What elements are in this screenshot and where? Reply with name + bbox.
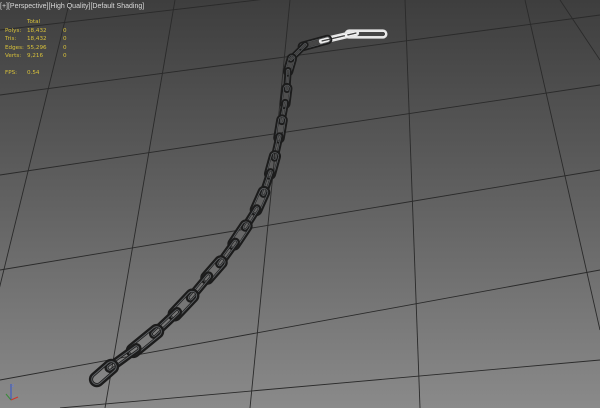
viewport-shading-menu[interactable]: [Default Shading] <box>90 3 144 10</box>
axis-y-icon <box>5 393 12 401</box>
grid-line <box>0 169 600 271</box>
grid-line <box>0 14 600 96</box>
chain-link[interactable] <box>200 255 228 285</box>
chain-link-body <box>104 343 142 373</box>
stats-row-tris: Tris: 18,432 0 <box>5 35 73 44</box>
viewport-scene[interactable] <box>0 0 600 408</box>
stats-edges-selected: 0 <box>63 44 67 51</box>
grid-line <box>404 0 421 408</box>
grid-line <box>0 84 600 176</box>
stats-verts-selected: 0 <box>63 53 67 60</box>
grid-line <box>559 0 600 61</box>
stats-polys-label: Polys: <box>5 27 22 34</box>
grid-line <box>59 359 600 408</box>
chain-link[interactable] <box>185 271 214 303</box>
viewport-point-of-view-menu[interactable]: [Perspective] <box>8 3 48 10</box>
stats-tris-selected: 0 <box>63 36 67 43</box>
chain-link-body <box>167 288 200 322</box>
stats-verts-label: Verts: <box>5 53 22 60</box>
stats-fps-label: FPS: <box>5 69 18 76</box>
axis-tripod-icon: z <box>5 383 19 401</box>
stats-header: Total <box>27 19 41 25</box>
chain-link[interactable] <box>283 66 292 94</box>
grid-line <box>524 0 600 331</box>
chain-link-body <box>148 307 183 339</box>
stats-verts-total: 9,216 <box>27 53 44 60</box>
chain-link-highlight <box>151 309 180 337</box>
stats-fps-value: 0.54 <box>27 69 40 76</box>
stats-edges-total: 55,296 <box>27 44 47 51</box>
stats-tris-label: Tris: <box>5 36 17 43</box>
chain-link-highlight <box>187 273 212 301</box>
chain-link-highlight <box>169 290 198 320</box>
axis-z-letter-icon: z <box>12 383 14 388</box>
axis-x-icon <box>10 396 19 401</box>
stats-tris-total: 18,432 <box>27 36 47 43</box>
stats-row-fps: FPS: 0.54 <box>5 69 73 78</box>
stats-polys-total: 18,432 <box>27 27 47 34</box>
chain-link[interactable] <box>104 343 142 373</box>
viewport-label-menu[interactable]: [+] [Perspective] [High Quality] [Defaul… <box>0 1 144 12</box>
perspective-viewport[interactable]: [+] [Perspective] [High Quality] [Defaul… <box>0 0 600 408</box>
stats-row-edges: Edges: 55,296 0 <box>5 44 73 53</box>
chain-object[interactable] <box>88 29 388 388</box>
stats-edges-label: Edges: <box>5 44 24 51</box>
chain-link-highlight <box>128 326 162 356</box>
viewport-general-menu[interactable]: [+] <box>0 3 8 10</box>
stats-row-polys: Polys: 18,432 0 <box>5 27 73 36</box>
statistics-overlay: Total Polys: 18,432 0 Tris: 18,432 0 Edg… <box>5 18 73 78</box>
stats-row-verts: Verts: 9,216 0 <box>5 52 73 61</box>
chain-link[interactable] <box>148 307 183 339</box>
chain-link[interactable] <box>167 288 200 322</box>
grid-line <box>0 269 600 381</box>
stats-polys-selected: 0 <box>63 27 67 34</box>
viewport-quality-menu[interactable]: [High Quality] <box>48 3 90 10</box>
chain-link-body <box>185 271 214 303</box>
home-grid <box>0 0 600 408</box>
